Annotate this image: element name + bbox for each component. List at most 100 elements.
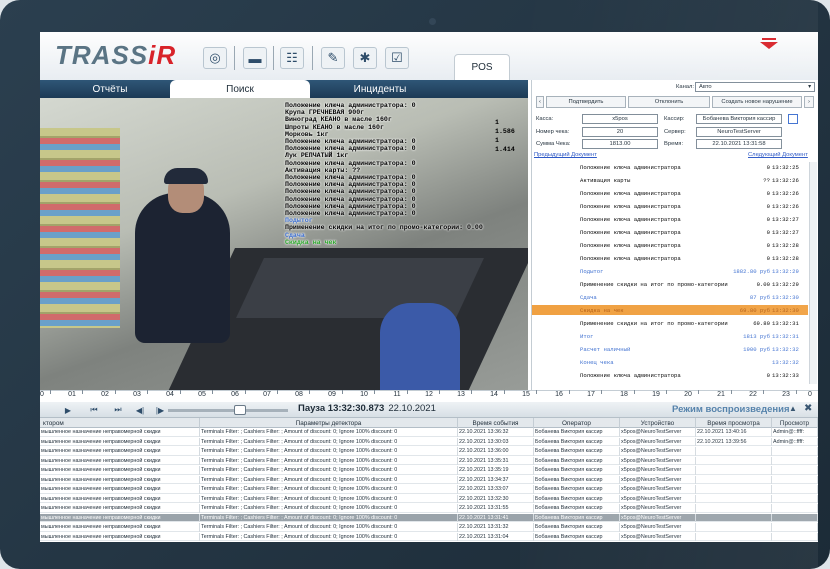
event-row[interactable]: Положение ключа администратора 0 13:32:27: [532, 227, 808, 237]
event-time: 13:32:32: [772, 358, 799, 366]
event-row[interactable]: Расчет наличный 1900 руб 13:32:32: [532, 344, 808, 354]
table-row[interactable]: мышленное назначение неправомерной скидк…: [40, 523, 818, 532]
reject-button[interactable]: Отклонить: [628, 96, 710, 108]
col-viewer[interactable]: Просмотр: [772, 418, 818, 428]
cell-viewer: [772, 466, 818, 475]
channel-select[interactable]: Авто ▾: [695, 82, 815, 92]
skip-end-icon[interactable]: ⏭: [110, 404, 126, 416]
table-row[interactable]: мышленное назначение неправомерной скидк…: [40, 456, 818, 466]
event-time: 13:32:29: [772, 267, 799, 275]
tab-incidents[interactable]: Инциденты: [330, 80, 430, 98]
monitor-icon[interactable]: ▬: [243, 47, 267, 69]
close-icon[interactable]: ✖: [804, 403, 812, 414]
table-row[interactable]: мышленное назначение неправомерной скидк…: [40, 437, 818, 447]
timeline-tick-label: 07: [263, 391, 271, 398]
edit-window-icon[interactable]: ☑: [385, 47, 409, 69]
timeline-tick-mark: [569, 390, 570, 394]
event-price: 1813 руб: [743, 332, 770, 340]
timeline-tick-mark: [471, 390, 472, 394]
prev-button[interactable]: ‹: [536, 96, 544, 108]
cell-viewer: [772, 532, 818, 542]
next-document-link[interactable]: Следующий Документ: [748, 152, 808, 158]
table-row[interactable]: мышленное назначение неправомерной скидк…: [40, 532, 818, 542]
timeline-tick-label: 11: [393, 391, 401, 398]
table-row[interactable]: мышленное назначение неправомерной скидк…: [40, 504, 818, 513]
customer-cap: [164, 168, 208, 184]
event-row[interactable]: Положение ключа администратора 0 13:32:27: [532, 214, 808, 224]
kassa-field[interactable]: x5pos: [582, 114, 658, 124]
event-row[interactable]: Активация карты?? 13:32:26: [532, 175, 808, 185]
confirm-button[interactable]: Подтвердить: [546, 96, 626, 108]
cell-device: x5pos@NeuroTestServer: [620, 437, 696, 447]
table-row[interactable]: мышленное назначение неправомерной скидк…: [40, 447, 818, 456]
timeline-tick-mark: [666, 390, 667, 394]
next-button[interactable]: ›: [804, 96, 814, 108]
camera-video[interactable]: Положение ключа администратора: 0 Крупа …: [40, 98, 528, 390]
event-row[interactable]: Положение ключа администратора 0 13:32:28: [532, 240, 808, 250]
event-time: 13:32:29: [772, 280, 799, 288]
col-view-time[interactable]: Время просмотра: [696, 418, 772, 428]
col-device[interactable]: Устройство: [620, 418, 696, 428]
table-row[interactable]: мышленное назначение неправомерной скидк…: [40, 513, 818, 523]
table-row[interactable]: мышленное назначение неправомерной скидк…: [40, 494, 818, 504]
event-row[interactable]: Применение скидки на итог по промо-катег…: [532, 318, 808, 328]
event-row[interactable]: Положение ключа администратора 0 13:32:26: [532, 188, 808, 198]
event-row[interactable]: Положение ключа администратора 0 13:32:26: [532, 201, 808, 211]
plugin-icon[interactable]: ✱: [353, 47, 377, 69]
event-name: Подытог: [580, 267, 604, 275]
cell-operator: Бобанева Виктория кассир: [534, 532, 620, 542]
filter-icon[interactable]: [788, 114, 798, 124]
cell-device: x5pos@NeuroTestServer: [620, 513, 696, 523]
sum-label: Сумма Чека:: [536, 141, 571, 147]
chevron-down-icon[interactable]: [760, 42, 778, 49]
tab-reports[interactable]: Отчёты: [60, 80, 160, 98]
tab-pos[interactable]: POS: [454, 54, 510, 80]
event-row[interactable]: Применение скидки на итог по промо-катег…: [532, 279, 808, 289]
time-field[interactable]: 22.10.2021 13:31:58: [696, 139, 782, 149]
step-back-icon[interactable]: ◀|: [132, 404, 148, 416]
col-params[interactable]: Параметры детектора: [200, 418, 458, 428]
event-row[interactable]: Положение ключа администратора 0 13:32:25: [532, 162, 808, 172]
prev-document-link[interactable]: Предыдущий Документ: [534, 152, 597, 158]
server-field[interactable]: NeuroTestServer: [696, 127, 782, 137]
chevron-up-icon[interactable]: ▲: [789, 404, 797, 413]
video-icon[interactable]: ◎: [203, 47, 227, 69]
timeline-tick-label: 13: [457, 391, 465, 398]
cashier-field[interactable]: Бобанева Виктория кассир: [696, 114, 782, 124]
event-list-scrollbar[interactable]: [809, 162, 817, 384]
cell-operator: Бобанева Виктория кассир: [534, 475, 620, 485]
create-violation-button[interactable]: Создать новое нарушение: [712, 96, 802, 108]
layout-icon[interactable]: ☷: [280, 47, 304, 69]
cell-event-time: 22.10.2021 13:36:00: [458, 447, 534, 456]
speed-slider[interactable]: [168, 409, 288, 412]
table-row[interactable]: мышленное назначение неправомерной скидк…: [40, 475, 818, 485]
event-row[interactable]: Сдача 87 руб 13:32:30: [532, 292, 808, 302]
event-list[interactable]: Положение ключа администратора 0 13:32:25 А…: [532, 162, 808, 384]
table-row[interactable]: мышленное назначение неправомерной скидк…: [40, 466, 818, 475]
settings-wand-icon[interactable]: ✎: [321, 47, 345, 69]
event-row[interactable]: Подытог 1882.80 руб 13:32:29: [532, 266, 808, 276]
event-row[interactable]: Конец чека 13:32:32: [532, 357, 808, 367]
timeline-tick-label: 20: [684, 391, 692, 398]
check-field[interactable]: 20: [582, 127, 658, 137]
table-row[interactable]: мышленное назначение неправомерной скидк…: [40, 485, 818, 494]
timeline-tick-mark: [763, 390, 764, 394]
play-icon[interactable]: ▶: [60, 404, 76, 416]
tab-search[interactable]: Поиск: [170, 80, 310, 98]
event-row[interactable]: Положение ключа администратора 0 13:32:33: [532, 370, 808, 380]
table-row[interactable]: мышленное назначение неправомерной скидк…: [40, 428, 818, 437]
step-forward-icon[interactable]: |▶: [152, 404, 168, 416]
skip-start-icon[interactable]: ⏮: [86, 404, 102, 416]
col-operator[interactable]: Оператор: [534, 418, 620, 428]
sum-field[interactable]: 1813.00: [582, 139, 658, 149]
cell-operator: Бобанева Виктория кассир: [534, 485, 620, 494]
speed-slider-handle[interactable]: [234, 405, 246, 415]
cell-viewer: Admin@::ffff:: [772, 437, 818, 447]
col-detector[interactable]: ктором: [40, 418, 200, 428]
timeline-tick-label: 03: [133, 391, 141, 398]
cashier-figure: [380, 303, 460, 390]
col-event-time[interactable]: Время события: [458, 418, 534, 428]
event-row[interactable]: Итог 1813 руб 13:32:31: [532, 331, 808, 341]
event-row[interactable]: Положение ключа администратора 0 13:32:28: [532, 253, 808, 263]
event-row[interactable]: Скидка на чек 69.80 руб 13:32:30: [532, 305, 808, 315]
